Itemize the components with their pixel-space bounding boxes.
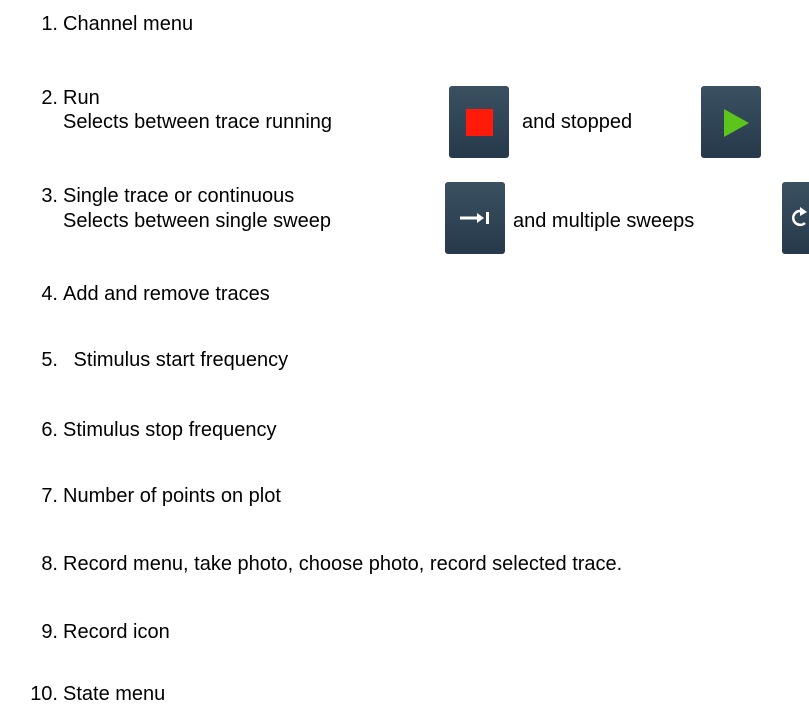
play-button-image [701,86,761,158]
item-text: Channel menu [63,13,194,35]
item-text: Run [63,87,100,109]
item-text: State menu [63,683,166,705]
item-number: 3. [41,185,58,207]
stop-button-image [449,86,509,158]
item-number: 8. [41,553,58,575]
item-text: Stimulus start frequency [68,349,289,371]
play-triangle-icon [724,109,749,137]
item-text: Record menu, take photo, choose photo, r… [63,553,623,575]
item-number: 5. [41,349,58,371]
stop-square-icon [466,109,493,136]
item-number: 1. [41,13,58,35]
item-number: 6. [41,419,58,441]
item-text: Number of points on plot [63,485,281,507]
item-number: 10. [30,683,58,705]
continuous-sweep-loop-icon [791,207,807,227]
item-text: Record icon [63,621,170,643]
item-subtext: Selects between trace running [63,111,333,133]
item-text: Stimulus stop frequency [63,419,277,441]
item-number: 2. [41,87,58,109]
item-subtext: Selects between single sweep [63,210,331,232]
single-sweep-button-image [445,182,505,254]
item-text: Add and remove traces [63,283,270,305]
continuous-sweep-button-image [782,182,809,254]
item-text: Single trace or continuous [63,185,295,207]
item-number: 9. [41,621,58,643]
item-number: 4. [41,283,58,305]
item-number: 7. [41,485,58,507]
item-midtext: and multiple sweeps [513,210,695,232]
item-midtext: and stopped [522,111,633,133]
single-sweep-arrow-icon [460,212,489,224]
